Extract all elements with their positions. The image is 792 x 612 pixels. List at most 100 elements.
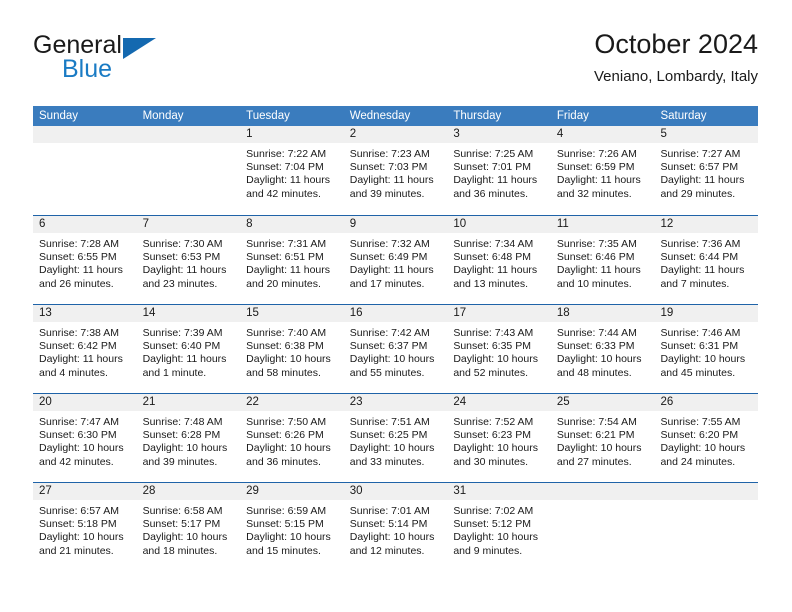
daylight-text: Daylight: 10 hours and 21 minutes. (39, 531, 124, 557)
calendar-day-cell[interactable]: 6 Sunrise: 7:28 AM Sunset: 6:55 PM Daylight… (33, 216, 137, 304)
calendar-day-cell[interactable]: 18 Sunrise: 7:44 AM Sunset: 6:33 PM Dayligh… (550, 305, 655, 393)
sunrise-text: Sunrise: 7:52 AM (453, 416, 534, 428)
sunset-text: Sunset: 6:51 PM (246, 251, 324, 264)
day-sun-info: Sunrise: 7:47 AM Sunset: 6:30 PM Daylight:… (33, 411, 137, 469)
day-number: 10 (453, 218, 467, 230)
day-number-band: 15 (240, 305, 344, 322)
daylight-text: Daylight: 11 hours and 4 minutes. (39, 353, 123, 379)
daylight-text: Daylight: 10 hours and 36 minutes. (246, 442, 331, 468)
calendar-day-cell[interactable]: 8 Sunrise: 7:31 AM Sunset: 6:51 PM Daylight… (240, 216, 344, 304)
sunset-text: Sunset: 5:14 PM (349, 518, 428, 531)
sunset-text: Sunset: 6:26 PM (246, 429, 324, 442)
calendar-day-cell[interactable]: 17 Sunrise: 7:43 AM Sunset: 6:35 PM Dayligh… (447, 305, 551, 393)
calendar-day-cell[interactable]: 3 Sunrise: 7:25 AM Sunset: 7:01 PM Daylight… (447, 126, 551, 215)
daylight-text: Daylight: 10 hours and 18 minutes. (142, 531, 228, 557)
calendar-day-cell[interactable]: 7 Sunrise: 7:30 AM Sunset: 6:53 PM Daylight… (136, 216, 241, 304)
calendar-day-cell[interactable]: 28 Sunrise: 6:58 AM Sunset: 5:17 PM Dayligh… (136, 483, 241, 571)
calendar-day-cell[interactable]: 9 Sunrise: 7:32 AM Sunset: 6:49 PM Daylight… (343, 216, 448, 304)
calendar-day-cell[interactable]: 10 Sunrise: 7:34 AM Sunset: 6:48 PM Dayligh… (447, 216, 551, 304)
calendar-day-cell[interactable]: 5 Sunrise: 7:27 AM Sunset: 6:57 PM Daylight… (654, 126, 759, 215)
weekday-header-monday: Monday (142, 110, 184, 122)
day-number: 22 (246, 396, 259, 408)
sunrise-text: Sunrise: 7:40 AM (246, 327, 327, 339)
page-subtitle: Veniano, Lombardy, Italy (594, 68, 758, 85)
calendar-day-cell[interactable]: 29 Sunrise: 6:59 AM Sunset: 5:15 PM Dayligh… (240, 483, 344, 571)
day-number: 12 (660, 218, 674, 230)
day-number-band (33, 126, 137, 143)
calendar-week-row: 27 Sunrise: 6:57 AM Sunset: 5:18 PM Dayligh… (33, 482, 759, 571)
day-number-band: 3 (447, 126, 551, 143)
day-number-band: 27 (33, 483, 137, 500)
day-number: 23 (349, 396, 363, 408)
daylight-text: Daylight: 11 hours and 42 minutes. (246, 174, 331, 200)
calendar-day-cell[interactable]: 4 Sunrise: 7:26 AM Sunset: 6:59 PM Daylight… (550, 126, 655, 215)
day-number: 31 (453, 485, 467, 497)
day-number-band (654, 483, 759, 500)
calendar-day-cell[interactable]: 22 Sunrise: 7:50 AM Sunset: 6:26 PM Dayligh… (240, 394, 344, 482)
calendar-day-cell[interactable]: 2 Sunrise: 7:23 AM Sunset: 7:03 PM Daylight… (343, 126, 448, 215)
day-number: 26 (660, 396, 674, 408)
sunset-text: Sunset: 7:01 PM (453, 161, 531, 174)
sunrise-text: Sunrise: 7:35 AM (556, 238, 637, 250)
daylight-text: Daylight: 11 hours and 1 minute. (142, 353, 227, 379)
sunset-text: Sunset: 7:04 PM (246, 161, 324, 174)
calendar-day-cell[interactable]: 30 Sunrise: 7:01 AM Sunset: 5:14 PM Dayligh… (343, 483, 448, 571)
calendar-day-cell[interactable]: 15 Sunrise: 7:40 AM Sunset: 6:38 PM Dayligh… (240, 305, 344, 393)
calendar-day-cell[interactable]: 21 Sunrise: 7:48 AM Sunset: 6:28 PM Dayligh… (136, 394, 241, 482)
day-number-band: 23 (343, 394, 448, 411)
calendar-day-cell[interactable]: 19 Sunrise: 7:46 AM Sunset: 6:31 PM Dayligh… (654, 305, 759, 393)
daylight-text: Daylight: 11 hours and 17 minutes. (349, 264, 434, 290)
calendar-day-cell[interactable]: 14 Sunrise: 7:39 AM Sunset: 6:40 PM Dayligh… (136, 305, 241, 393)
weekday-header-wednesday: Wednesday (349, 110, 411, 122)
sunset-text: Sunset: 6:44 PM (660, 251, 739, 264)
day-number-band: 10 (447, 216, 551, 233)
sunrise-text: Sunrise: 7:28 AM (39, 238, 119, 250)
calendar-day-cell[interactable]: 27 Sunrise: 6:57 AM Sunset: 5:18 PM Dayligh… (33, 483, 137, 571)
sunset-text: Sunset: 6:59 PM (556, 161, 635, 174)
calendar-day-cell[interactable]: 12 Sunrise: 7:36 AM Sunset: 6:44 PM Dayligh… (654, 216, 759, 304)
calendar-day-cell[interactable]: 26 Sunrise: 7:55 AM Sunset: 6:20 PM Dayligh… (654, 394, 759, 482)
day-number: 20 (39, 396, 52, 408)
calendar-day-cell-empty (136, 126, 241, 215)
calendar-day-cell[interactable]: 1 Sunrise: 7:22 AM Sunset: 7:04 PM Daylight… (240, 126, 344, 215)
day-number-band: 31 (447, 483, 551, 500)
weekday-header-friday: Friday (556, 110, 589, 122)
day-number-band: 26 (654, 394, 759, 411)
daylight-text: Daylight: 10 hours and 15 minutes. (246, 531, 331, 557)
calendar-day-cell[interactable]: 20 Sunrise: 7:47 AM Sunset: 6:30 PM Dayligh… (33, 394, 137, 482)
calendar-week-row: 13 Sunrise: 7:38 AM Sunset: 6:42 PM Dayligh… (33, 304, 759, 393)
day-sun-info: Sunrise: 7:23 AM Sunset: 7:03 PM Daylight:… (344, 143, 448, 201)
calendar-day-cell[interactable]: 23 Sunrise: 7:51 AM Sunset: 6:25 PM Dayligh… (343, 394, 448, 482)
sunset-text: Sunset: 5:18 PM (39, 518, 117, 531)
day-sun-info: Sunrise: 7:40 AM Sunset: 6:38 PM Daylight:… (240, 322, 344, 380)
calendar-day-cell[interactable]: 13 Sunrise: 7:38 AM Sunset: 6:42 PM Dayligh… (33, 305, 137, 393)
calendar-day-cell[interactable]: 24 Sunrise: 7:52 AM Sunset: 6:23 PM Dayligh… (447, 394, 551, 482)
calendar-day-cell[interactable]: 11 Sunrise: 7:35 AM Sunset: 6:46 PM Dayligh… (550, 216, 655, 304)
calendar-day-cell[interactable]: 25 Sunrise: 7:54 AM Sunset: 6:21 PM Dayligh… (550, 394, 655, 482)
sunrise-text: Sunrise: 7:34 AM (453, 238, 534, 250)
sunrise-text: Sunrise: 6:59 AM (246, 505, 327, 517)
day-sun-info: Sunrise: 7:55 AM Sunset: 6:20 PM Daylight:… (654, 411, 758, 469)
calendar-day-cell[interactable]: 31 Sunrise: 7:02 AM Sunset: 5:12 PM Dayligh… (447, 483, 551, 571)
day-number: 2 (349, 128, 357, 140)
daylight-text: Daylight: 11 hours and 13 minutes. (453, 264, 538, 290)
sunset-text: Sunset: 6:23 PM (453, 429, 531, 442)
sunset-text: Sunset: 6:53 PM (142, 251, 221, 264)
day-number-band: 2 (343, 126, 448, 143)
day-number-band: 11 (550, 216, 655, 233)
day-sun-info: Sunrise: 7:22 AM Sunset: 7:04 PM Daylight:… (240, 143, 344, 201)
calendar-day-cell[interactable]: 16 Sunrise: 7:42 AM Sunset: 6:37 PM Dayligh… (343, 305, 448, 393)
day-number-band: 18 (550, 305, 655, 322)
daylight-text: Daylight: 11 hours and 23 minutes. (142, 264, 227, 290)
calendar-week-row: 20 Sunrise: 7:47 AM Sunset: 6:30 PM Dayligh… (33, 393, 759, 482)
sunrise-text: Sunrise: 7:42 AM (349, 327, 430, 339)
calendar-week-row: 1 Sunrise: 7:22 AM Sunset: 7:04 PM Daylight… (33, 126, 759, 215)
sunrise-text: Sunrise: 7:39 AM (142, 327, 223, 339)
day-sun-info: Sunrise: 7:26 AM Sunset: 6:59 PM Daylight:… (551, 143, 655, 201)
sunrise-text: Sunrise: 7:01 AM (349, 505, 430, 517)
day-sun-info: Sunrise: 7:28 AM Sunset: 6:55 PM Daylight:… (33, 233, 137, 291)
day-number-band: 16 (343, 305, 448, 322)
day-number: 27 (39, 485, 52, 497)
general-blue-logo[interactable]: General Blue (33, 32, 163, 88)
day-sun-info: Sunrise: 7:48 AM Sunset: 6:28 PM Daylight:… (137, 411, 241, 469)
